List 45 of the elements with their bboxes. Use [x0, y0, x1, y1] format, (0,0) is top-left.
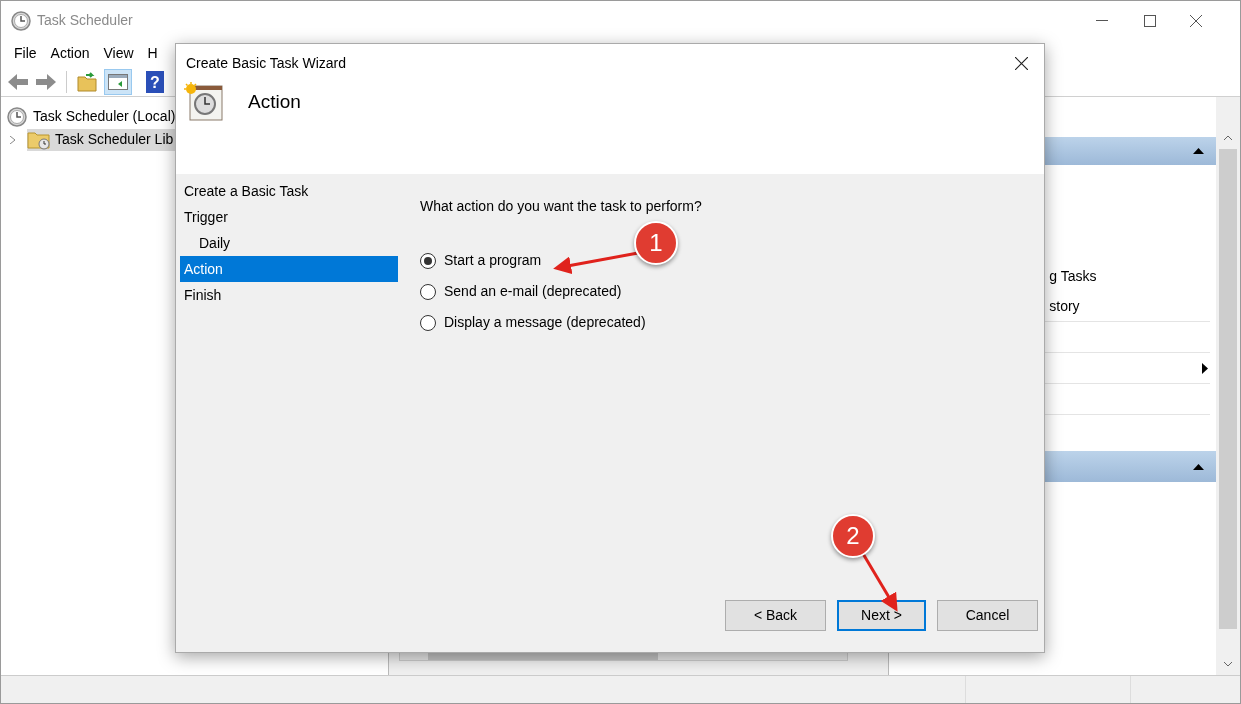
menu-item[interactable]: H [140, 43, 165, 64]
action-link[interactable]: story [1049, 291, 1216, 321]
forward-arrow-icon[interactable] [35, 72, 57, 91]
wizard-button[interactable]: < Back [725, 600, 826, 631]
radio-button[interactable] [420, 252, 436, 269]
wizard-step[interactable]: Trigger [180, 204, 398, 230]
folder-icon[interactable] [76, 71, 98, 92]
minimize-icon[interactable] [1096, 19, 1108, 22]
scroll-down-icon[interactable] [1223, 661, 1233, 667]
wizard-step[interactable]: Create a Basic Task [180, 178, 398, 204]
maximize-icon[interactable] [1144, 14, 1156, 27]
menu-item[interactable]: File [7, 43, 44, 64]
clock-icon [11, 10, 31, 31]
collapse-icon[interactable] [1193, 463, 1204, 470]
submenu-arrow-icon[interactable] [1202, 362, 1208, 374]
collapse-icon[interactable] [1193, 148, 1204, 154]
wizard-button[interactable]: Cancel [937, 600, 1038, 631]
radio-button[interactable] [420, 283, 436, 300]
tree-item[interactable]: Task Scheduler (Local) [33, 106, 176, 127]
wizard-button[interactable]: Next > [837, 600, 926, 631]
window-title: Task Scheduler [37, 11, 133, 30]
close-icon[interactable] [1190, 14, 1202, 27]
folder-clock-icon [27, 129, 51, 150]
option-label: Display a message (deprecated) [444, 313, 646, 332]
vertical-scrollbar[interactable] [1216, 97, 1240, 675]
option-label: Send an e-mail (deprecated) [444, 282, 622, 301]
option-label: Start a program [444, 251, 542, 270]
back-arrow-icon[interactable] [7, 72, 29, 91]
dialog-heading: Action [248, 89, 301, 114]
wizard-step[interactable]: Daily [180, 230, 398, 256]
question-text: What action do you want the task to perform? [420, 197, 703, 216]
wizard-step[interactable]: Finish [180, 282, 398, 308]
menu-item[interactable]: Action [43, 43, 97, 64]
tree-item[interactable]: Task Scheduler Lib [27, 128, 178, 151]
clock-icon [7, 106, 27, 127]
close-icon[interactable] [1015, 56, 1028, 70]
calendar-clock-icon [184, 82, 224, 122]
wizard-step[interactable]: Action [180, 256, 398, 282]
scroll-up-icon[interactable] [1223, 135, 1233, 141]
action-link[interactable]: g Tasks [1049, 261, 1216, 291]
dialog-title: Create Basic Task Wizard [186, 53, 346, 73]
help-icon[interactable]: ? [146, 70, 164, 93]
console-tree-icon[interactable] [104, 68, 132, 95]
menu-item[interactable]: View [96, 43, 141, 64]
radio-button[interactable] [420, 314, 436, 331]
